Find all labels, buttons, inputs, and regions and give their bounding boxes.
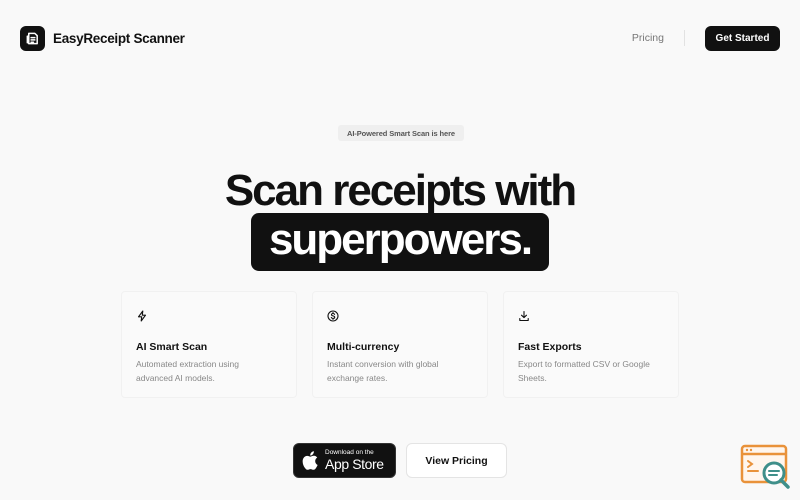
top-nav: Pricing Get Started — [632, 25, 780, 51]
lightning-icon — [137, 310, 147, 322]
apple-icon — [302, 451, 318, 470]
brand[interactable]: EasyReceipt Scanner — [20, 25, 185, 51]
announcement-badge: AI-Powered Smart Scan is here — [338, 125, 464, 141]
view-pricing-button[interactable]: View Pricing — [406, 443, 507, 478]
feature-list: AI Smart Scan Automated extraction using… — [121, 291, 679, 398]
app-store-big-text: App Store — [325, 456, 384, 472]
download-icon — [519, 310, 529, 322]
hero-title: Scan receipts with — [224, 166, 577, 215]
hero-title-highlight: superpowers. — [268, 215, 533, 264]
feature-title: AI Smart Scan — [136, 341, 208, 353]
receipt-logo-icon — [26, 32, 38, 44]
feature-description-line: Sheets. — [518, 373, 547, 383]
feature-card-ai-smart-scan: AI Smart Scan Automated extraction using… — [121, 291, 297, 398]
get-started-button[interactable]: Get Started — [705, 25, 780, 51]
feature-description-line: advanced AI models. — [136, 373, 215, 383]
hero-highlight: superpowers. — [251, 213, 549, 271]
app-store-label: Download on the App Store — [325, 449, 384, 472]
site-header: EasyReceipt Scanner Pricing Get Started — [0, 0, 800, 76]
nav-divider — [684, 30, 685, 46]
feature-description-line: Automated extraction using — [136, 359, 240, 369]
brand-name: EasyReceipt Scanner — [53, 30, 185, 46]
feature-description: Instant conversion with global exchange … — [327, 357, 473, 385]
browser-search-icon — [740, 444, 790, 489]
feature-description-line: Export to formatted CSV or Google — [518, 359, 650, 369]
feature-description-line: Instant conversion with global — [327, 359, 439, 369]
feature-card-multi-currency: Multi-currency Instant conversion with g… — [312, 291, 488, 398]
feature-description-line: exchange rates. — [327, 373, 388, 383]
app-store-button[interactable]: Download on the App Store — [293, 443, 396, 478]
floating-widget[interactable] — [740, 443, 792, 491]
feature-title: Multi-currency — [327, 341, 400, 353]
feature-description: Export to formatted CSV or Google Sheets… — [518, 357, 664, 385]
nav-pricing-link[interactable]: Pricing — [632, 32, 664, 44]
logo — [20, 25, 45, 51]
dollar-coin-icon — [327, 310, 339, 322]
feature-description: Automated extraction using advanced AI m… — [136, 357, 282, 385]
feature-card-fast-exports: Fast Exports Export to formatted CSV or … — [503, 291, 679, 398]
feature-title: Fast Exports — [518, 341, 582, 353]
